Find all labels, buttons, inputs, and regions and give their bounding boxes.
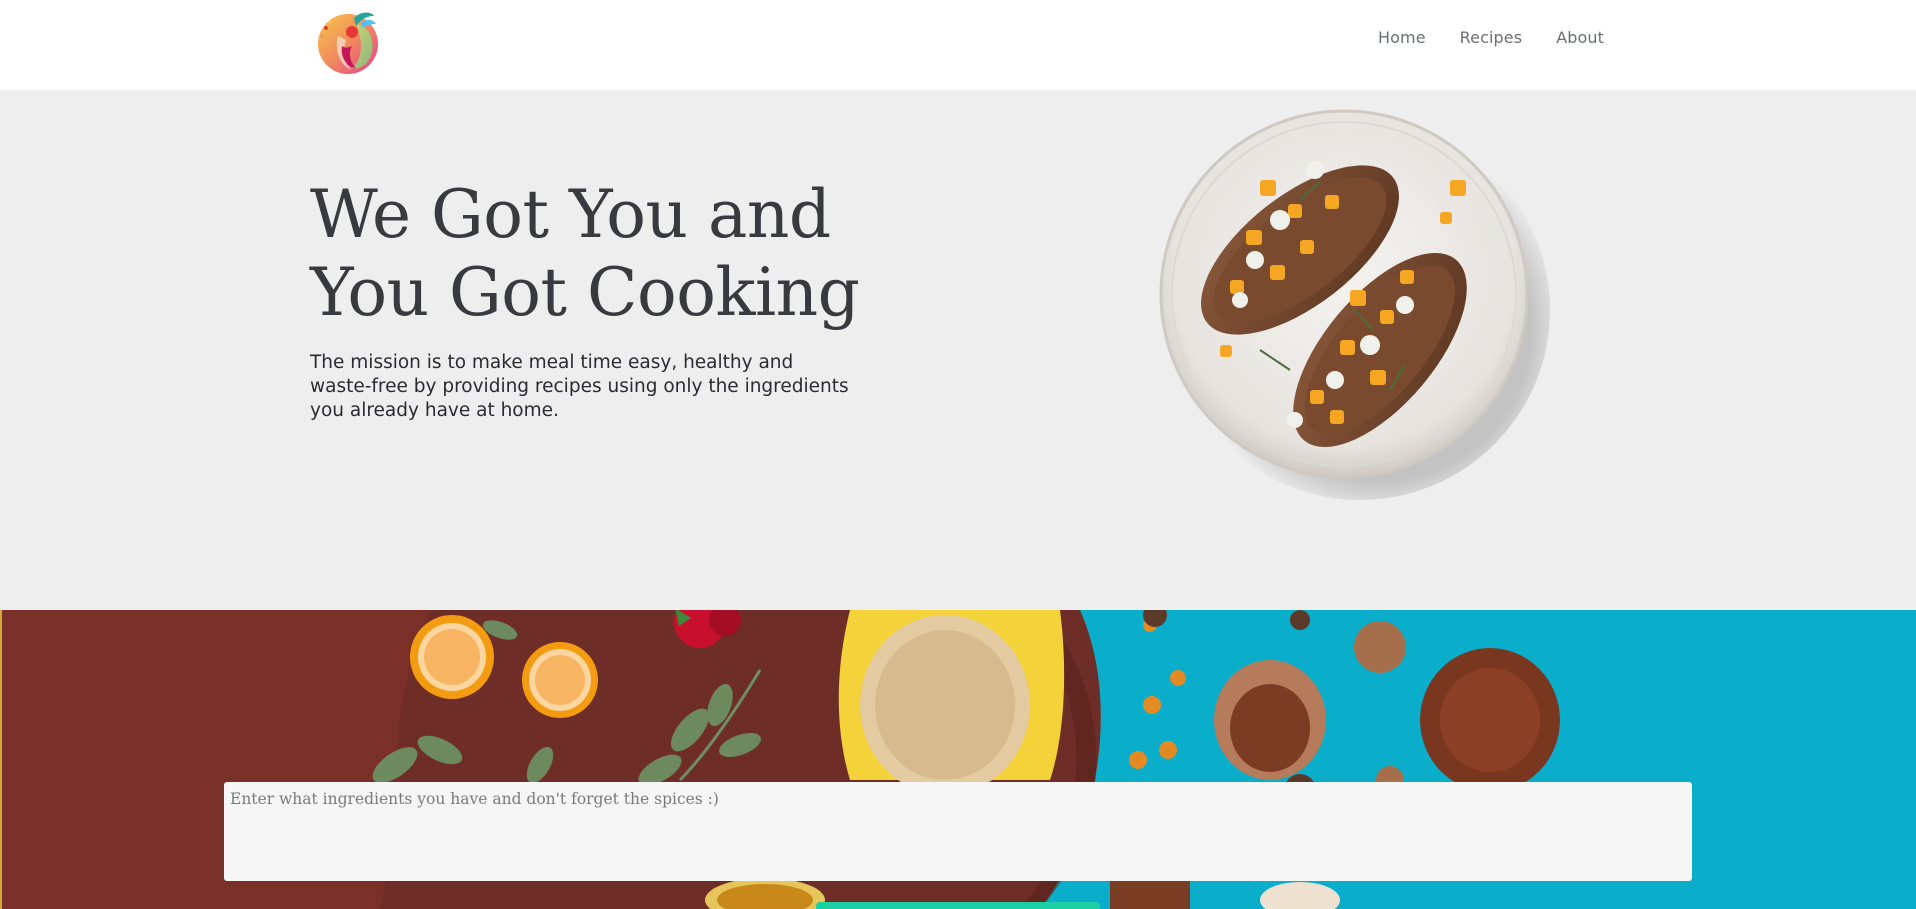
ingredient-search-section (0, 610, 1916, 909)
ingredients-input[interactable] (224, 782, 1692, 881)
hero-title: We Got You and You Got Cooking (310, 176, 860, 331)
nav-link-about[interactable]: About (1556, 28, 1604, 47)
find-recipes-button[interactable] (816, 902, 1100, 909)
navbar: Home Recipes About (0, 0, 1916, 90)
nav-link-recipes[interactable]: Recipes (1460, 28, 1523, 47)
plate-with-toasts-image (1150, 100, 1550, 500)
logo-icon[interactable] (312, 6, 388, 80)
nav-links: Home Recipes About (1378, 28, 1604, 47)
nav-link-home[interactable]: Home (1378, 28, 1426, 47)
hero-section: We Got You and You Got Cooking The missi… (0, 90, 1916, 610)
hero-description: The mission is to make meal time easy, h… (310, 352, 849, 421)
